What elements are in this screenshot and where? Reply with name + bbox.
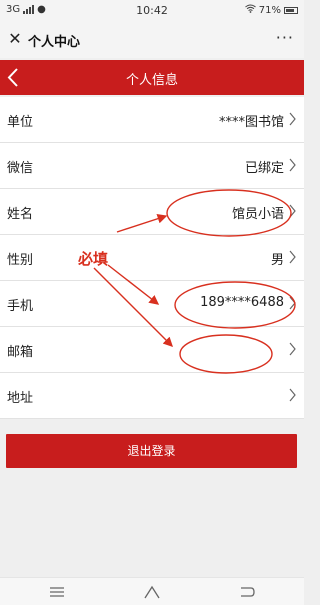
row-gender[interactable]: 性别 男 — [0, 235, 304, 281]
status-bar: 3G ● 10:42 71% — [0, 0, 304, 22]
status-right: 71% — [244, 4, 298, 16]
row-wechat[interactable]: 微信 已绑定 — [0, 143, 304, 189]
row-value: 男 — [270, 253, 284, 268]
app-title: 个人中心 — [28, 35, 81, 50]
row-label: 微信 — [7, 161, 34, 176]
home-icon[interactable] — [143, 584, 161, 600]
battery-icon — [284, 6, 298, 14]
chevron-right-icon — [289, 204, 296, 218]
row-label: 邮箱 — [7, 345, 34, 360]
chevron-right-icon — [289, 388, 296, 402]
page-header: 个人信息 — [0, 60, 304, 95]
row-value: 189****6488 — [200, 295, 284, 310]
row-label: 单位 — [7, 115, 34, 130]
row-phone[interactable]: 手机 189****6488 — [0, 281, 304, 327]
row-email[interactable]: 邮箱 — [0, 327, 304, 373]
row-label: 地址 — [7, 391, 34, 406]
system-nav-bar — [0, 577, 304, 605]
annotation-required-label: 必填 — [78, 250, 109, 268]
wifi-icon — [244, 4, 256, 16]
row-name[interactable]: 姓名 馆员小语 — [0, 189, 304, 235]
row-label: 手机 — [7, 299, 34, 314]
logout-button[interactable]: 退出登录 — [6, 434, 297, 468]
battery-percent: 71% — [258, 4, 281, 16]
back-icon[interactable] — [238, 584, 256, 600]
chevron-right-icon — [289, 158, 296, 172]
close-icon[interactable]: ✕ — [6, 30, 24, 48]
more-menu-icon[interactable]: ··· — [276, 28, 294, 47]
app-bar: ✕ 个人中心 ··· — [0, 22, 304, 58]
row-value: ****图书馆 — [218, 115, 284, 130]
page-title: 个人信息 — [125, 73, 178, 88]
row-label: 性别 — [7, 253, 34, 268]
row-address[interactable]: 地址 — [0, 373, 304, 419]
info-list: 单位 ****图书馆 微信 已绑定 姓名 馆员小语 性别 男 手机 189***… — [0, 97, 304, 419]
row-value: 馆员小语 — [231, 207, 284, 222]
chevron-right-icon — [289, 250, 296, 264]
chevron-right-icon — [289, 112, 296, 126]
row-value: 已绑定 — [244, 161, 284, 176]
row-label: 姓名 — [7, 207, 34, 222]
menu-icon[interactable] — [48, 584, 66, 600]
chevron-right-icon — [289, 296, 296, 310]
chevron-right-icon — [289, 342, 296, 356]
row-unit[interactable]: 单位 ****图书馆 — [0, 97, 304, 143]
